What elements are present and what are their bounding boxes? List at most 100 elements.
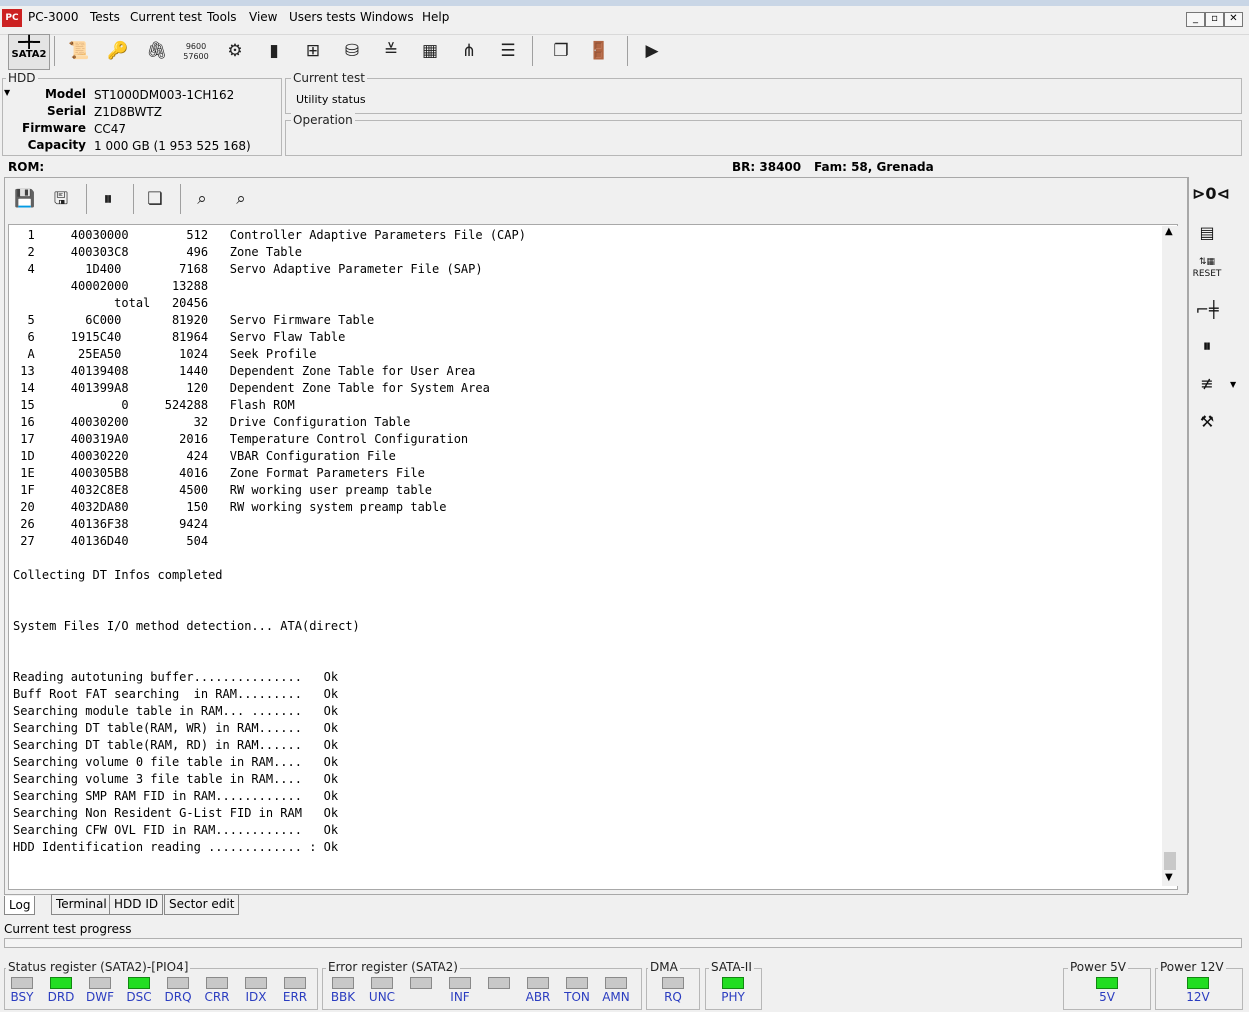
find-icon[interactable]: ⌕: [187, 184, 217, 214]
firmware-value: CC47: [94, 122, 127, 136]
menu-tests[interactable]: Tests: [90, 10, 120, 24]
app-title: PC-3000: [28, 10, 79, 24]
led-bsy: [11, 977, 33, 989]
led-drq: [167, 977, 189, 989]
reset-icon[interactable]: ⇅▦ RESET: [1192, 256, 1222, 284]
led-idx: [245, 977, 267, 989]
save-disk-icon[interactable]: 🖫: [46, 184, 76, 214]
scroll-icon[interactable]: 📜: [64, 36, 94, 66]
led-rq: [662, 977, 684, 989]
log-scrollbar[interactable]: ▲ ▼: [1162, 226, 1178, 886]
operation-group: [285, 120, 1242, 156]
structure-icon[interactable]: ⊞: [298, 36, 328, 66]
current-test-value: Utility status: [296, 93, 366, 106]
scroll-thumb[interactable]: [1164, 852, 1176, 870]
power-cycle-icon[interactable]: ⊳0⊲: [1192, 180, 1230, 208]
chip-icon[interactable]: ▮: [259, 36, 289, 66]
grid-icon[interactable]: ▦: [415, 36, 445, 66]
led-label: BBK: [330, 990, 356, 1004]
copy-icon[interactable]: ❐: [546, 36, 576, 66]
error-register-title: Error register (SATA2): [326, 960, 460, 974]
play-heads-icon[interactable]: ≢: [1192, 370, 1222, 398]
scroll-down-icon[interactable]: ▼: [1165, 872, 1173, 883]
led-inf: [449, 977, 471, 989]
exit-icon[interactable]: 🚪: [584, 36, 614, 66]
tab-sector-edit[interactable]: Sector edit: [164, 894, 240, 915]
app-logo-icon: PC: [2, 9, 22, 27]
restore-button[interactable]: ▫: [1205, 12, 1224, 27]
menu-users-tests[interactable]: Users tests: [289, 10, 356, 24]
log-text: 1 40030000 512 Controller Adaptive Param…: [13, 228, 526, 854]
tools-icon[interactable]: ⚒: [1192, 408, 1222, 436]
save-log-icon[interactable]: 💾: [10, 184, 40, 214]
led-label: BSY: [10, 990, 34, 1004]
baud-rate-value: BR: 38400: [732, 160, 802, 174]
connection-icon[interactable]: ⌐╪: [1192, 296, 1222, 324]
capacity-label: Capacity: [27, 138, 86, 152]
sata-mode-label: SATA2: [11, 49, 47, 60]
menu-tools[interactable]: Tools: [207, 10, 237, 24]
head-map-icon[interactable]: ≚: [376, 36, 406, 66]
key-icon[interactable]: 🔑: [103, 36, 133, 66]
title-strip: [0, 0, 1249, 6]
serial-value: Z1D8BWTZ: [94, 105, 162, 119]
capacity-value: 1 000 GB (1 953 525 168): [94, 139, 251, 153]
tab-log[interactable]: Log: [4, 896, 36, 915]
led-unc: [371, 977, 393, 989]
pause-side-icon[interactable]: ⏸: [1192, 332, 1222, 360]
current-test-title: Current test: [291, 71, 367, 85]
network-icon[interactable]: ⋔: [454, 36, 484, 66]
rom-label: ROM:: [8, 160, 45, 174]
tab-hdd-id[interactable]: HDD ID: [109, 894, 164, 915]
progress-label: Current test progress: [4, 922, 132, 936]
pause-icon[interactable]: ⏸: [93, 184, 123, 214]
scroll-up-icon[interactable]: ▲: [1165, 226, 1173, 237]
led-label: TON: [564, 990, 590, 1004]
operation-title: Operation: [291, 113, 355, 127]
family-value: Fam: 58, Grenada: [814, 160, 934, 174]
baud-rate-icon[interactable]: 9600 57600: [181, 36, 211, 66]
led-dsc: [128, 977, 150, 989]
led-drd: [50, 977, 72, 989]
model-label: Model: [44, 87, 86, 101]
led-label: ABR: [525, 990, 551, 1004]
led-label: AMN: [602, 990, 630, 1004]
led-label: PHY: [721, 990, 745, 1004]
led-label: CRR: [204, 990, 230, 1004]
led-label: DRD: [47, 990, 75, 1004]
minimize-button[interactable]: _: [1186, 12, 1205, 27]
menu-help[interactable]: Help: [422, 10, 449, 24]
led-blank: [410, 977, 432, 989]
led-blank: [488, 977, 510, 989]
serial-label: Serial: [46, 104, 86, 118]
find-next-icon[interactable]: ⌕: [226, 184, 256, 214]
led-label: DSC: [126, 990, 152, 1004]
menu-current-test[interactable]: Current test: [130, 10, 202, 24]
led-bbk: [332, 977, 354, 989]
run-arrow-icon[interactable]: ▶: [637, 36, 667, 66]
led-label: 5V: [1099, 990, 1115, 1004]
led-label: IDX: [245, 990, 267, 1004]
led-label: UNC: [368, 990, 396, 1004]
led-phy: [722, 977, 744, 989]
disk-icon[interactable]: ⛁: [337, 36, 367, 66]
menu-view[interactable]: View: [249, 10, 277, 24]
led-ton: [566, 977, 588, 989]
close-button[interactable]: ✕: [1224, 12, 1243, 27]
power12-title: Power 12V: [1158, 960, 1226, 974]
list-icon[interactable]: ☰: [493, 36, 523, 66]
log-output[interactable]: 1 40030000 512 Controller Adaptive Param…: [8, 224, 1178, 890]
hdd-tools-icon[interactable]: 🖇: [142, 36, 172, 66]
led-label: INF: [450, 990, 470, 1004]
led-label: RQ: [664, 990, 682, 1004]
menu-windows[interactable]: Windows: [360, 10, 414, 24]
gears-icon[interactable]: ⚙: [220, 36, 250, 66]
clipboard-icon[interactable]: ❏: [140, 184, 170, 214]
board-icon[interactable]: ▤: [1192, 219, 1222, 247]
progress-bar: [4, 938, 1242, 948]
tab-terminal[interactable]: Terminal: [51, 894, 112, 915]
dropdown-arrow-icon[interactable]: ▼: [1230, 380, 1236, 389]
sata-mode-button[interactable]: ━╋━ SATA2: [8, 34, 50, 70]
led-label: DWF: [85, 990, 114, 1004]
led-abr: [527, 977, 549, 989]
